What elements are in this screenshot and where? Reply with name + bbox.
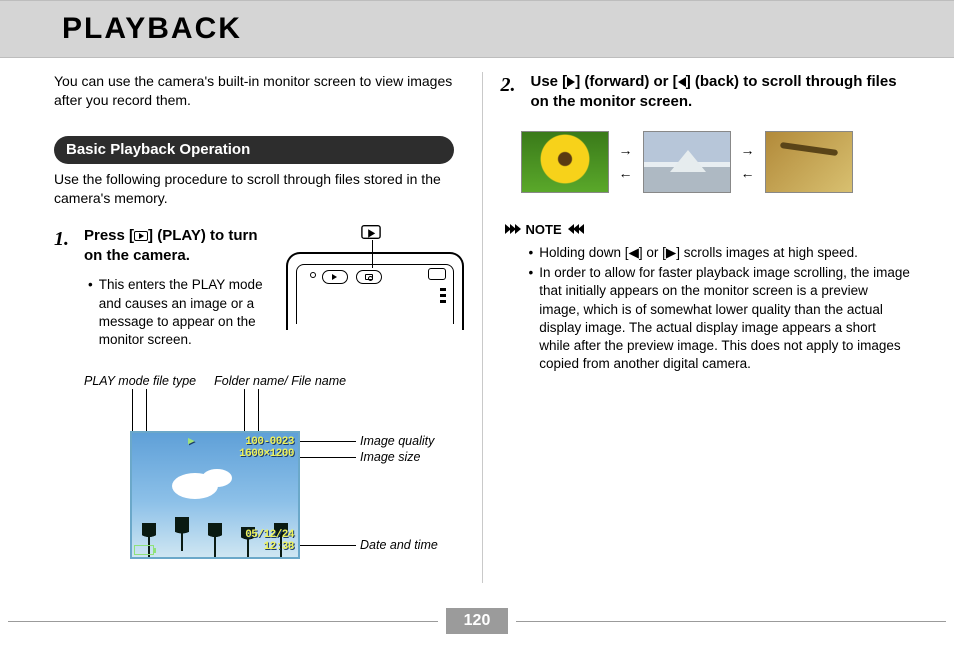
step-2-title: Use [] (forward) or [] (back) to scroll …: [531, 72, 911, 113]
step-2-number: 2.: [501, 72, 523, 113]
lcd-preview: ▶ 100-0023 1600×1200 05/12/24 12:38: [130, 431, 300, 559]
thumb-2: [643, 131, 731, 193]
back-icon: [678, 77, 686, 87]
note-item-1-text: Holding down [◀] or [▶] scrolls images a…: [539, 244, 858, 262]
label-filetype: PLAY mode file type: [84, 373, 196, 390]
page-title: PLAYBACK: [62, 12, 242, 46]
section-heading: Basic Playback Operation: [54, 136, 454, 164]
step-2-title-b: ] (forward) or [: [575, 73, 678, 90]
scroll-arrows-1: → ←: [619, 141, 633, 183]
content-columns: You can use the camera's built-in monito…: [0, 58, 954, 583]
diagram-rec-button: [356, 270, 382, 284]
label-folder: Folder name/ File name: [214, 373, 346, 390]
play-icon: [134, 231, 148, 241]
thumbnail-row: → ← → ←: [521, 131, 911, 193]
arrow-right-icon: →: [619, 141, 633, 160]
intro-text: You can use the camera's built-in monito…: [54, 72, 464, 110]
page-number: 120: [446, 608, 509, 634]
thumb-3: [765, 131, 853, 193]
page-footer: 120: [0, 608, 954, 634]
thumb-1: [521, 131, 609, 193]
lcd-battery-icon: [134, 545, 154, 555]
chevron-right-icon: [505, 224, 520, 234]
note-item-1: Holding down [◀] or [▶] scrolls images a…: [529, 244, 911, 262]
diagram-play-button: [322, 270, 348, 284]
step-2-title-a: Use [: [531, 73, 568, 90]
step-1-title-a: Press [: [84, 227, 134, 244]
diagram-play-icon: [364, 222, 378, 241]
note-item-2: In order to allow for faster playback im…: [529, 264, 911, 373]
step-2: 2. Use [] (forward) or [] (back) to scro…: [501, 72, 911, 113]
lcd-resolution: 1600×1200: [239, 447, 294, 462]
forward-icon: [567, 77, 575, 87]
camera-diagram: [286, 222, 464, 332]
step-1-bullet: This enters the PLAY mode and causes an …: [84, 276, 274, 349]
label-datetime: Date and time: [360, 537, 438, 554]
section-subtext: Use the following procedure to scroll th…: [54, 170, 464, 208]
left-column: You can use the camera's built-in monito…: [54, 72, 482, 583]
chevron-left-icon: [568, 224, 583, 234]
label-size: Image size: [360, 449, 420, 466]
title-bar: PLAYBACK: [0, 0, 954, 58]
right-column: 2. Use [] (forward) or [] (back) to scro…: [483, 72, 911, 583]
note-list: Holding down [◀] or [▶] scrolls images a…: [529, 244, 911, 374]
lcd-label-diagram: PLAY mode file type Folder name/ File na…: [54, 373, 464, 583]
step-1-title: Press [] (PLAY) to turn on the camera.: [84, 226, 274, 267]
arrow-right-icon: →: [741, 141, 755, 160]
lcd-time: 12:38: [263, 540, 294, 555]
note-heading: NOTE: [505, 221, 911, 239]
step-1-bullet-text: This enters the PLAY mode and causes an …: [99, 276, 274, 349]
note-label: NOTE: [526, 221, 562, 239]
lcd-play-icon: ▶: [188, 435, 194, 450]
label-quality: Image quality: [360, 433, 434, 450]
step-1-number: 1.: [54, 226, 76, 349]
arrow-left-icon: ←: [619, 164, 633, 183]
step-1: 1. Press [] (PLAY) to turn on the camera…: [54, 226, 464, 349]
scroll-arrows-2: → ←: [741, 141, 755, 183]
note-item-2-text: In order to allow for faster playback im…: [539, 264, 910, 373]
arrow-left-icon: ←: [741, 164, 755, 183]
